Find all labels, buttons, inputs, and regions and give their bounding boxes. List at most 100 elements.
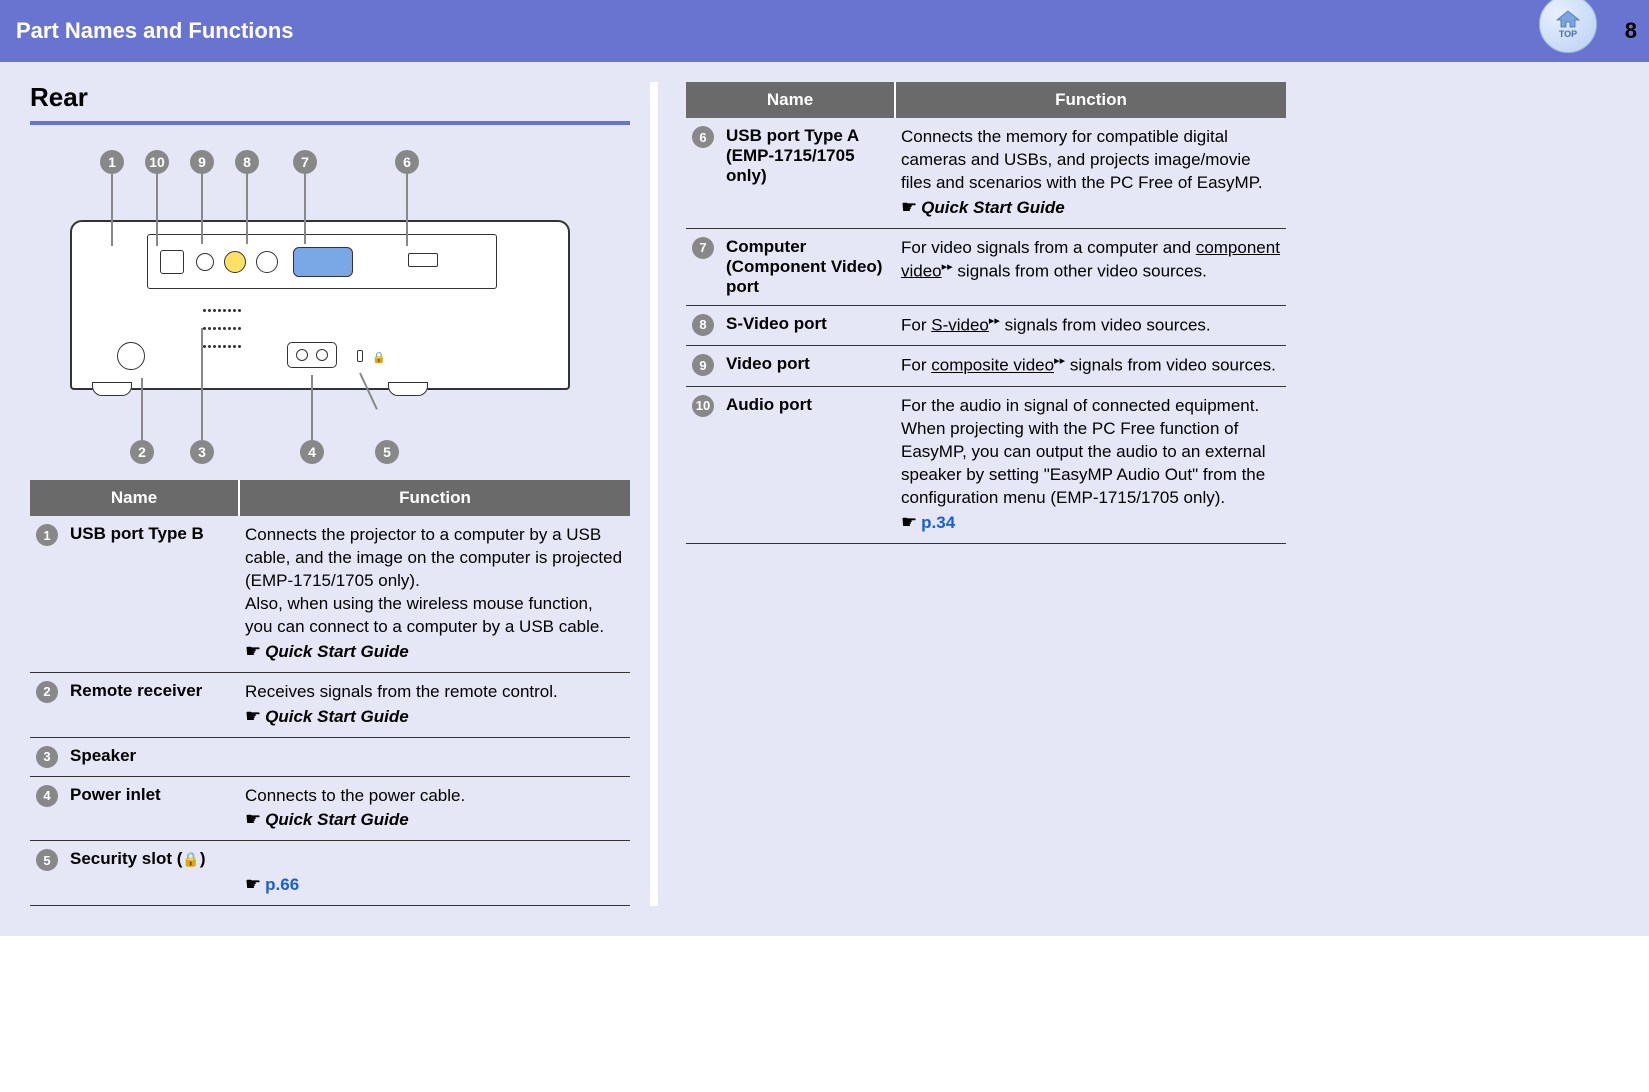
row-number: 8 — [692, 314, 714, 336]
pointer-icon: ☛ — [245, 874, 261, 894]
power-inlet-icon — [287, 342, 337, 368]
table-row: 3 Speaker — [30, 737, 630, 776]
svideo-port-icon — [256, 251, 278, 273]
security-slot-icon — [357, 350, 363, 362]
parts-table-left: Name Function 1USB port Type BConnects t… — [30, 480, 630, 906]
ref-quick-start[interactable]: Quick Start Guide — [265, 707, 409, 726]
audio-port-icon — [196, 253, 214, 271]
table-row: 9 Video portFor composite video▸▸ signals… — [686, 346, 1286, 387]
row-number: 6 — [692, 126, 714, 148]
row-name: USB port Type A (EMP-1715/1705 only) — [720, 118, 895, 228]
row-number: 2 — [36, 681, 58, 703]
row-number: 5 — [36, 849, 58, 871]
row-name: Power inlet — [64, 776, 239, 841]
top-label: TOP — [1559, 29, 1577, 39]
content-area: Rear 1 10 9 8 7 6 2 3 4 5 — [0, 62, 1649, 936]
table-row: 4 Power inletConnects to the power cable.… — [30, 776, 630, 841]
table-row: 6 USB port Type A (EMP-1715/1705 only)Con… — [686, 118, 1286, 228]
table-row: 1 USB port Type BConnects the projector t… — [30, 516, 630, 672]
row-function: For video signals from a computer and co… — [895, 228, 1286, 305]
th-name: Name — [30, 480, 239, 516]
parts-table-right: Name Function 6 USB port Type A (EMP-1715… — [686, 82, 1286, 544]
top-home-button[interactable]: TOP — [1539, 0, 1599, 55]
th-name-r: Name — [686, 82, 895, 118]
right-column: Name Function 6 USB port Type A (EMP-1715… — [666, 82, 1316, 906]
foot-left — [92, 382, 132, 396]
security-lock-glyph: 🔒 — [372, 351, 386, 364]
row-name: Speaker — [64, 737, 239, 776]
pointer-icon: ☛ — [245, 706, 261, 726]
row-function: For the audio in signal of connected equ… — [895, 386, 1286, 543]
pointer-icon: ☛ — [245, 809, 261, 829]
callout-2: 2 — [130, 440, 154, 464]
th-function: Function — [239, 480, 630, 516]
page-link[interactable]: p.34 — [921, 513, 955, 532]
callout-3: 3 — [190, 440, 214, 464]
row-function: Connects the memory for compatible digit… — [895, 118, 1286, 228]
port-panel — [147, 234, 497, 289]
row-function: Receives signals from the remote control… — [239, 672, 630, 737]
section-underline — [30, 121, 630, 125]
row-name: Remote receiver — [64, 672, 239, 737]
ref-quick-start[interactable]: Quick Start Guide — [265, 810, 409, 829]
callout-8: 8 — [235, 150, 259, 174]
th-function-r: Function — [895, 82, 1286, 118]
glossary-term[interactable]: composite video — [931, 356, 1054, 375]
callout-6: 6 — [395, 150, 419, 174]
section-title: Rear — [30, 82, 630, 113]
row-number: 3 — [36, 746, 58, 768]
home-icon — [1555, 9, 1581, 29]
foot-right — [388, 382, 428, 396]
callout-4: 4 — [300, 440, 324, 464]
callout-10: 10 — [145, 150, 169, 174]
row-function: For composite video▸▸ signals from video… — [895, 346, 1286, 387]
ref-quick-start[interactable]: Quick Start Guide — [265, 642, 409, 661]
callout-1: 1 — [100, 150, 124, 174]
video-port-icon — [224, 251, 246, 273]
remote-receiver-icon — [117, 342, 145, 370]
page-link[interactable]: p.66 — [265, 875, 299, 894]
glossary-arrow-icon: ▸▸ — [1054, 355, 1065, 367]
row-number: 9 — [692, 354, 714, 376]
glossary-arrow-icon: ▸▸ — [942, 261, 953, 273]
table-row: 7 Computer (Component Video) portFor vide… — [686, 228, 1286, 305]
table-row: 10 Audio portFor the audio in signal of c… — [686, 386, 1286, 543]
header-bar: Part Names and Functions TOP 8 — [0, 0, 1649, 62]
glossary-term[interactable]: S-video — [931, 315, 989, 334]
pointer-icon: ☛ — [901, 512, 917, 532]
row-number: 10 — [692, 395, 714, 417]
vga-port-icon — [293, 247, 353, 277]
ref-quick-start[interactable]: Quick Start Guide — [921, 198, 1065, 217]
row-function: Connects the projector to a computer by … — [239, 516, 630, 672]
pointer-icon: ☛ — [901, 197, 917, 217]
glossary-arrow-icon: ▸▸ — [989, 315, 1000, 327]
callout-9: 9 — [190, 150, 214, 174]
row-name: Security slot (🔒) — [64, 841, 239, 906]
table-row: 2 Remote receiverReceives signals from th… — [30, 672, 630, 737]
callout-5: 5 — [375, 440, 399, 464]
row-function: Connects to the power cable.☛Quick Start… — [239, 776, 630, 841]
pointer-icon: ☛ — [245, 641, 261, 661]
row-number: 7 — [692, 237, 714, 259]
row-function: ☛p.66 — [239, 841, 630, 906]
row-number: 1 — [36, 524, 58, 546]
usb-b-port-icon — [160, 250, 184, 274]
rear-diagram: 1 10 9 8 7 6 2 3 4 5 — [30, 150, 630, 480]
row-name: Computer (Component Video) port — [720, 228, 895, 305]
row-name: Video port — [720, 346, 895, 387]
callout-7: 7 — [293, 150, 317, 174]
speaker-grill-icon — [202, 300, 262, 328]
glossary-term[interactable]: component video — [901, 238, 1280, 281]
table-row: 8S-Video portFor S-video▸▸ signals from … — [686, 305, 1286, 346]
header-title: Part Names and Functions — [16, 18, 294, 44]
table-row: 5Security slot (🔒)☛p.66 — [30, 841, 630, 906]
row-function — [239, 737, 630, 776]
row-name: Audio port — [720, 386, 895, 543]
page-number: 8 — [1625, 18, 1637, 44]
usb-a-port-icon — [408, 253, 438, 267]
device-body: 🔒 — [70, 220, 570, 390]
row-name: S-Video port — [720, 305, 895, 346]
lock-icon: 🔒 — [182, 851, 199, 867]
row-number: 4 — [36, 785, 58, 807]
row-name: USB port Type B — [64, 516, 239, 672]
